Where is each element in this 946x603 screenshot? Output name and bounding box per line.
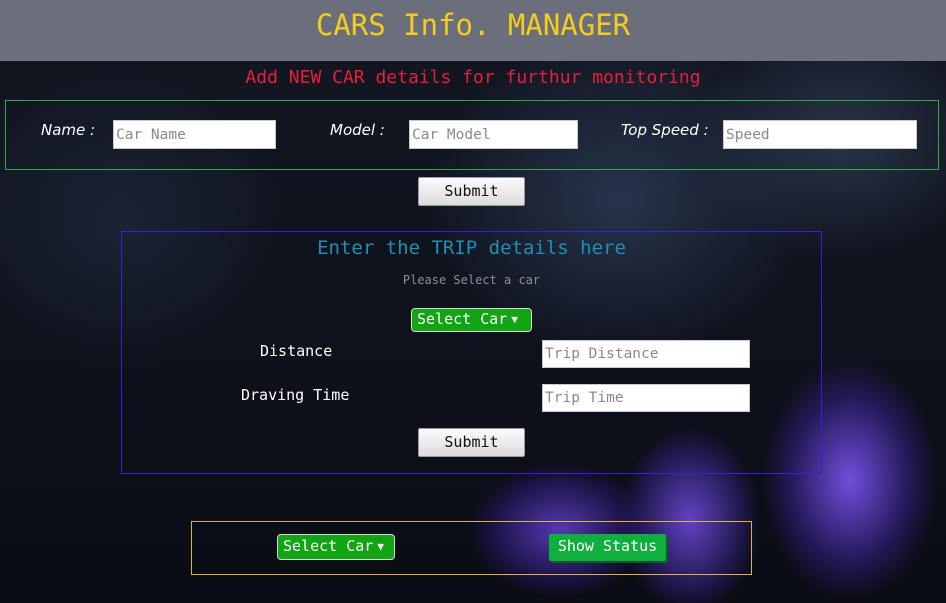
trip-select-hint: Please Select a car xyxy=(402,273,541,287)
trip-time-input[interactable] xyxy=(542,384,750,412)
status-panel xyxy=(191,521,752,575)
car-name-input[interactable] xyxy=(113,120,276,149)
trip-car-select[interactable]: Select Car ▼ xyxy=(411,308,532,332)
show-status-button[interactable]: Show Status xyxy=(549,534,666,561)
car-model-input[interactable] xyxy=(409,120,578,149)
top-speed-label: Top Speed : xyxy=(621,121,709,139)
trip-submit-button[interactable]: Submit xyxy=(418,428,525,457)
name-label: Name : xyxy=(41,121,96,139)
status-car-select[interactable]: Select Car ▼ xyxy=(277,534,395,560)
chevron-down-icon: ▼ xyxy=(377,540,384,553)
chevron-down-icon: ▼ xyxy=(511,313,518,326)
app-title: CARS Info. MANAGER xyxy=(315,8,631,42)
model-label: Model : xyxy=(330,121,385,139)
app-header: CARS Info. MANAGER xyxy=(0,0,946,61)
distance-label: Distance xyxy=(260,342,333,360)
trip-car-select-label: Select Car xyxy=(417,310,508,328)
add-car-submit-button[interactable]: Submit xyxy=(418,177,525,206)
driving-time-label: Draving Time xyxy=(241,386,350,404)
add-car-heading: Add NEW CAR details for furthur monitori… xyxy=(245,67,701,88)
top-speed-input[interactable] xyxy=(723,120,917,149)
trip-distance-input[interactable] xyxy=(542,340,750,368)
trip-heading: Enter the TRIP details here xyxy=(317,237,626,259)
status-car-select-label: Select Car xyxy=(283,537,374,555)
